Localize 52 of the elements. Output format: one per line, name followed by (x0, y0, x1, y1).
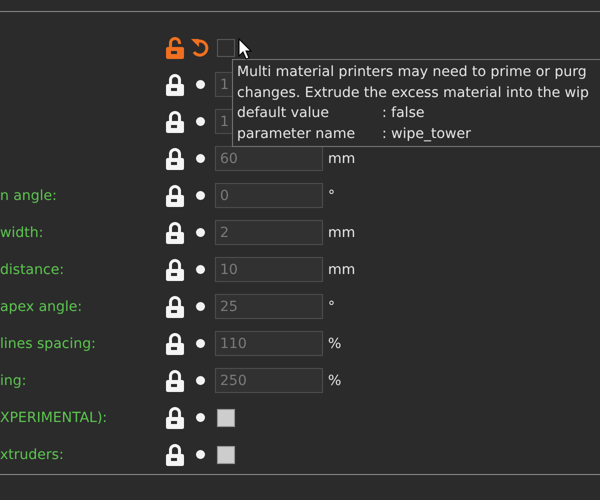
checkbox[interactable] (217, 38, 235, 56)
tooltip-text: Multi material printers may need to prime or purg (237, 63, 588, 82)
padlock-icon[interactable] (165, 222, 185, 244)
unit-label: mm (328, 150, 356, 166)
dot-icon (196, 228, 204, 237)
unit-label: % (328, 336, 342, 352)
setting-label: lines spacing: (0, 336, 96, 352)
dot-icon (196, 413, 204, 422)
dot-icon (196, 154, 204, 163)
padlock-icon[interactable] (165, 332, 185, 354)
dot-icon (196, 339, 204, 348)
open-padlock-icon[interactable] (165, 36, 185, 58)
dot-icon (196, 80, 204, 89)
padlock-icon[interactable] (165, 184, 185, 206)
undo-icon[interactable] (190, 36, 210, 58)
padlock-icon[interactable] (165, 258, 185, 280)
setting-label: width: (0, 224, 44, 240)
unit-label: ° (328, 188, 335, 204)
dot-icon (196, 450, 204, 459)
dot-icon (196, 302, 204, 311)
number-field[interactable]: 10 (215, 257, 323, 282)
dot-icon (196, 117, 204, 126)
dot-icon (196, 191, 204, 200)
unit-label: % (328, 372, 342, 388)
setting-label: xtruders: (0, 446, 64, 462)
unit-label: mm (328, 262, 356, 278)
setting-label: XPERIMENTAL): (0, 410, 108, 426)
cursor-icon (238, 38, 252, 60)
padlock-icon[interactable] (165, 110, 185, 132)
tooltip-text: changes. Extrude the excess material into the wip (237, 84, 590, 102)
setting-label: distance: (0, 262, 64, 278)
detail-value: : wipe_tower (382, 124, 471, 144)
unit-label: mm (328, 224, 356, 240)
number-field[interactable]: 2 (215, 220, 323, 245)
padlock-icon[interactable] (165, 74, 185, 96)
padlock-icon[interactable] (165, 370, 185, 392)
unit-label: ° (328, 298, 335, 314)
number-field[interactable]: 60 (215, 146, 323, 171)
number-field[interactable]: 110 (215, 331, 323, 356)
number-field[interactable]: 25 (215, 294, 323, 319)
dot-icon (196, 265, 204, 274)
detail-value: : false (382, 104, 424, 123)
setting-label: ing: (0, 372, 26, 388)
setting-label: n angle: (0, 188, 57, 204)
number-field[interactable]: 0 (215, 183, 323, 208)
padlock-icon[interactable] (165, 148, 185, 170)
padlock-icon[interactable] (165, 296, 185, 318)
setting-label: apex angle: (0, 298, 82, 314)
dot-icon (196, 376, 204, 385)
number-field[interactable]: 250 (215, 368, 323, 393)
detail-key: default value (237, 103, 382, 124)
detail-key: parameter name (237, 124, 382, 144)
